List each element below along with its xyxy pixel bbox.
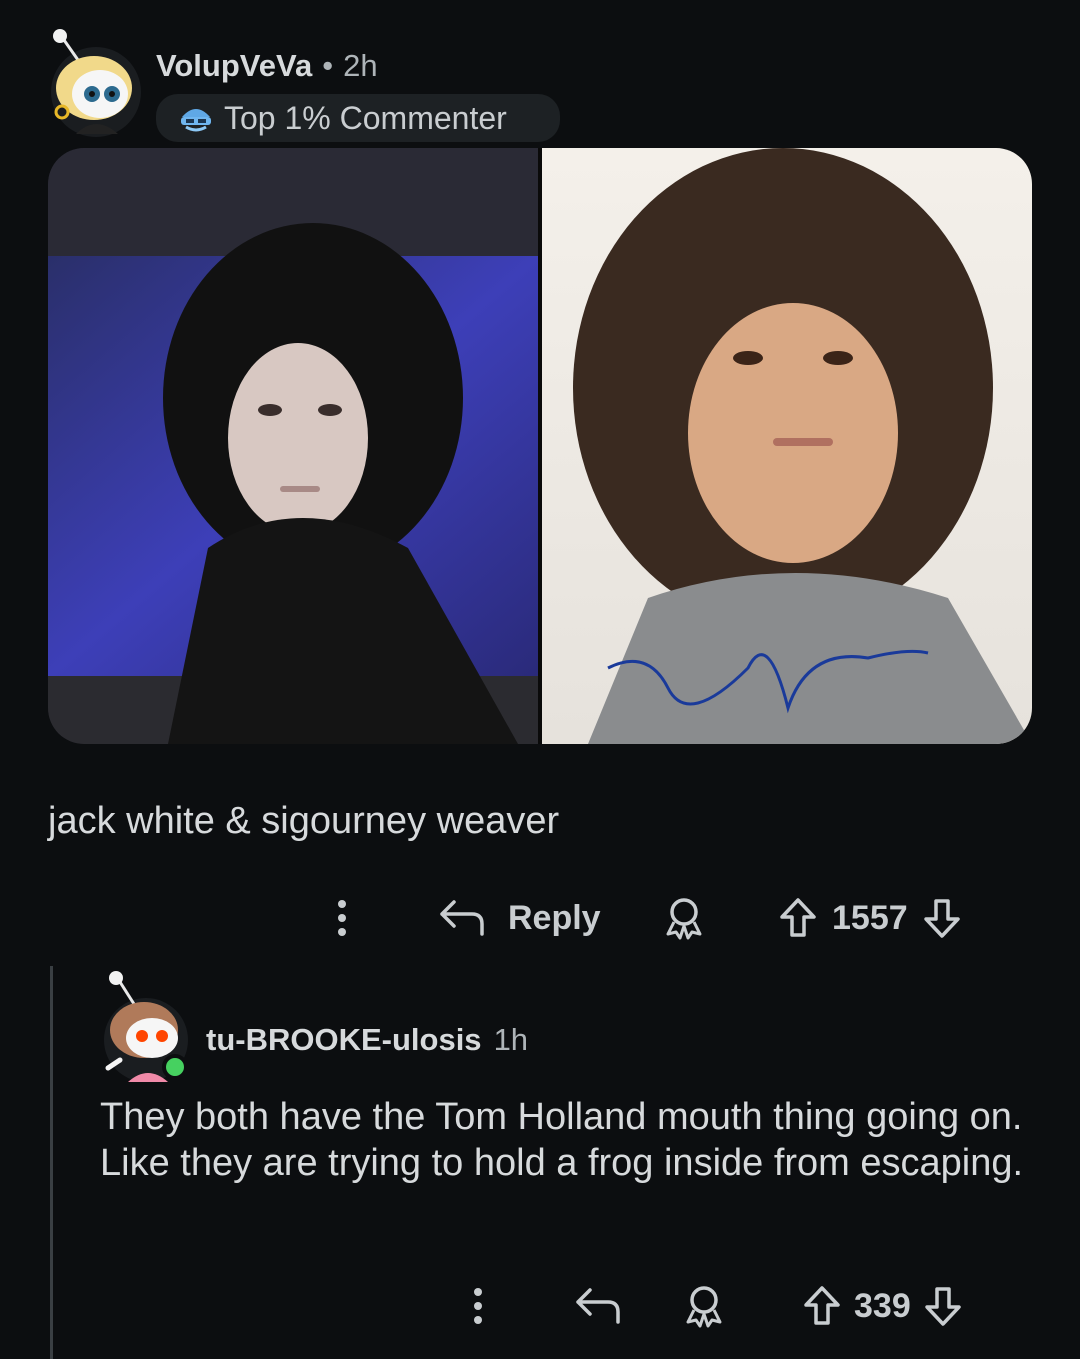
comment-body: jack white & sigourney weaver	[48, 800, 560, 842]
online-status-indicator	[162, 1054, 188, 1080]
photo-collage	[48, 148, 1032, 744]
vote-count: 339	[854, 1286, 911, 1325]
upvote-icon[interactable]	[778, 897, 818, 939]
meta-separator: •	[322, 48, 334, 83]
commenter-badge[interactable]: Top 1% Commenter	[156, 94, 560, 142]
comment-meta: VolupVeVa • 2h	[156, 44, 378, 88]
award-icon[interactable]	[682, 1284, 726, 1328]
more-options-icon[interactable]	[332, 898, 352, 938]
downvote-icon[interactable]	[922, 897, 962, 939]
vote-controls: 1557	[778, 896, 962, 940]
top-commenter-icon	[181, 109, 211, 132]
reply-label: Reply	[508, 898, 601, 937]
comment-age: 2h	[343, 48, 378, 83]
author-avatar[interactable]	[46, 22, 146, 142]
reply-arrow-icon[interactable]	[574, 1288, 622, 1324]
comment-action-bar: Reply 1557	[320, 888, 1000, 948]
upvote-icon[interactable]	[802, 1285, 842, 1327]
reply-arrow-icon	[440, 900, 484, 936]
reply-author[interactable]: tu-BROOKE-ulosis	[206, 1022, 482, 1058]
badge-label: Top 1% Commenter	[224, 99, 507, 136]
reply-meta: tu-BROOKE-ulosis 1h	[206, 1018, 528, 1062]
more-options-icon[interactable]	[468, 1286, 488, 1326]
downvote-icon[interactable]	[923, 1285, 963, 1327]
reply-age: 1h	[493, 1022, 529, 1057]
reply-action-bar: 339	[460, 1276, 1020, 1336]
vote-count: 1557	[832, 898, 908, 937]
vote-controls: 339	[802, 1284, 963, 1328]
thread-line[interactable]	[50, 966, 53, 1359]
comment-author[interactable]: VolupVeVa	[156, 48, 312, 84]
award-icon[interactable]	[662, 896, 706, 940]
reply-body: They both have the Tom Holland mouth thi…	[100, 1096, 1024, 1184]
reply-button[interactable]: Reply	[438, 898, 601, 938]
comment-image[interactable]	[48, 148, 1032, 744]
